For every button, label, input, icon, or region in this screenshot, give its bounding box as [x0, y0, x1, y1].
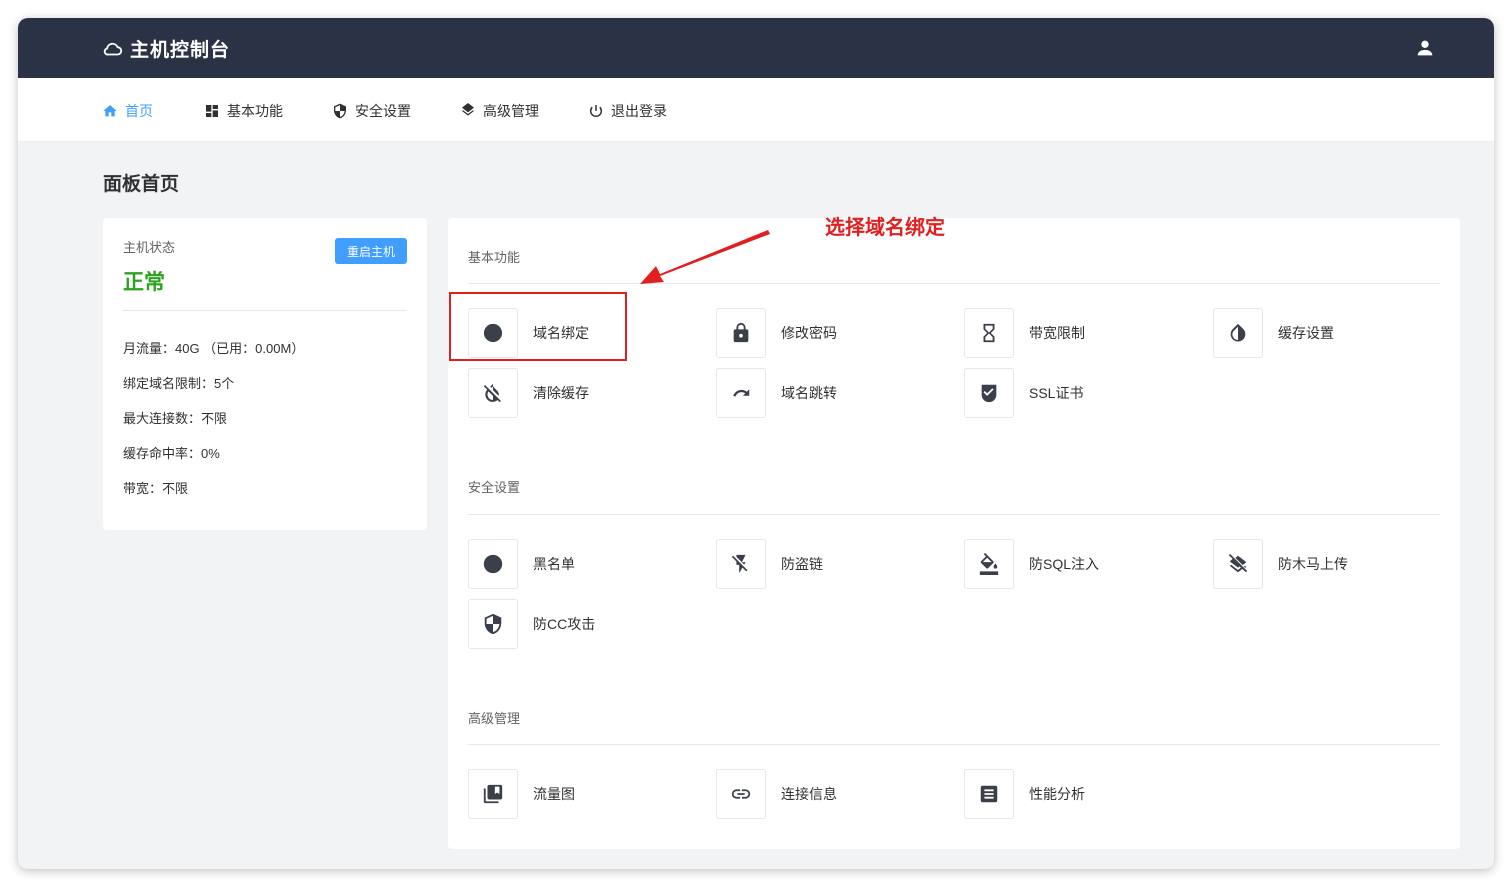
host-status-value: 正常 — [123, 271, 165, 294]
app-title: 主机控制台 — [130, 40, 231, 61]
divider — [468, 514, 1440, 515]
feature-connection-info[interactable]: 连接信息 — [716, 769, 837, 819]
section-title-basic: 基本功能 — [468, 250, 521, 265]
article-icon — [980, 785, 998, 803]
contrast-icon — [1230, 323, 1246, 342]
feature-traffic-chart[interactable]: 流量图 — [468, 769, 575, 819]
layers-off-icon — [1228, 553, 1248, 573]
app-window: 主机控制台 首页 基本功能 安全设置 高级管理 退出登录 面板首页 主机状态 正… — [18, 18, 1494, 869]
stat-max-connections: 最大连接数：不限 — [123, 411, 228, 426]
home-icon — [103, 105, 117, 117]
feature-cache-settings[interactable]: 缓存设置 — [1213, 308, 1334, 358]
top-bar: 主机控制台 — [18, 18, 1494, 78]
restart-host-button[interactable]: 重启主机 — [335, 238, 407, 264]
paint-bucket-icon — [979, 553, 999, 575]
page-title: 面板首页 — [103, 174, 180, 195]
nav-bar: 首页 基本功能 安全设置 高级管理 退出登录 — [18, 78, 1494, 142]
hourglass-icon — [983, 323, 995, 343]
verified-shield-icon — [981, 384, 997, 403]
features-card: 基本功能 域名绑定 修改密码 带宽限制 缓存设置 清除缓存 域名跳转 SSL证书… — [448, 218, 1460, 849]
security-shield-icon — [484, 613, 502, 635]
feature-ssl-certificate[interactable]: SSL证书 — [964, 368, 1083, 418]
link-icon — [731, 789, 751, 799]
nav-item-basic[interactable]: 基本功能 — [204, 101, 283, 121]
feature-cc-attack-protection[interactable]: 防CC攻击 — [468, 599, 595, 649]
layers-icon — [462, 103, 474, 116]
stat-monthly-traffic: 月流量：40G （已用：0.00M） — [123, 341, 305, 356]
feature-domain-binding[interactable]: 域名绑定 — [468, 308, 589, 358]
nav-item-home[interactable]: 首页 — [102, 101, 153, 121]
host-status-label: 主机状态 — [123, 240, 176, 255]
dashboard-icon — [206, 105, 218, 117]
redo-icon — [733, 389, 750, 397]
globe-icon — [483, 323, 503, 343]
divider — [123, 310, 407, 311]
feature-performance-analysis[interactable]: 性能分析 — [964, 769, 1085, 819]
feature-clear-cache[interactable]: 清除缓存 — [468, 368, 589, 418]
block-icon — [483, 554, 503, 574]
stat-bandwidth: 带宽：不限 — [123, 481, 189, 496]
feature-sql-injection-protection[interactable]: 防SQL注入 — [964, 539, 1099, 589]
section-title-advanced: 高级管理 — [468, 711, 521, 726]
stat-domain-limit: 绑定域名限制：5个 — [123, 376, 235, 391]
nav-item-advanced[interactable]: 高级管理 — [460, 101, 539, 121]
user-icon[interactable] — [1414, 37, 1436, 59]
power-icon — [589, 105, 603, 117]
stat-cache-hit-rate: 缓存命中率：0% — [123, 446, 220, 461]
feature-domain-redirect[interactable]: 域名跳转 — [716, 368, 837, 418]
divider — [468, 283, 1440, 284]
brand: 主机控制台 — [102, 35, 230, 62]
cloud-icon — [103, 42, 123, 55]
feature-hotlink-protection[interactable]: 防盗链 — [716, 539, 823, 589]
library-icon — [483, 784, 503, 804]
section-title-security: 安全设置 — [468, 480, 521, 495]
shield-icon — [334, 103, 346, 119]
annotation-text: 选择域名绑定 — [825, 217, 945, 239]
divider — [468, 744, 1440, 745]
nav-item-logout[interactable]: 退出登录 — [588, 101, 667, 121]
flash-off-icon — [731, 554, 748, 574]
nav-item-security[interactable]: 安全设置 — [332, 101, 411, 121]
feature-blacklist[interactable]: 黑名单 — [468, 539, 575, 589]
lock-icon — [733, 322, 749, 343]
feature-bandwidth-limit[interactable]: 带宽限制 — [964, 308, 1085, 358]
feature-change-password[interactable]: 修改密码 — [716, 308, 837, 358]
host-status-card: 主机状态 正常 重启主机 月流量：40G （已用：0.00M） 绑定域名限制：5… — [103, 218, 427, 530]
feature-trojan-upload-protection[interactable]: 防木马上传 — [1213, 539, 1348, 589]
invert-off-icon — [483, 383, 501, 403]
